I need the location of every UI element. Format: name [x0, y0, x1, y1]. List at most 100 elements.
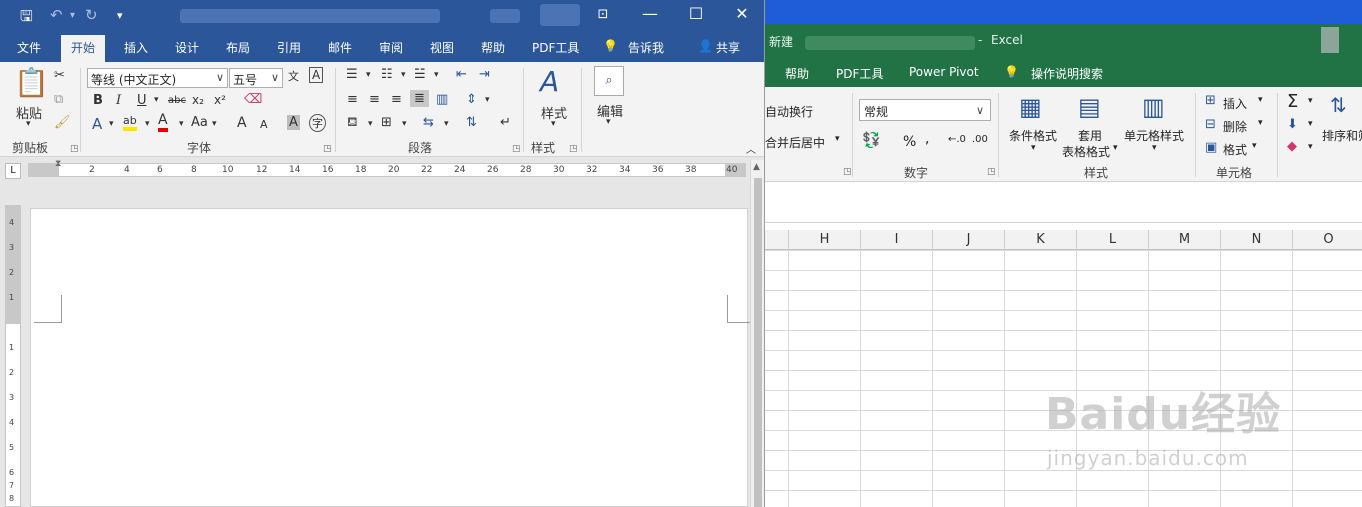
character-shading-button[interactable]: A — [287, 115, 300, 130]
chinese-layout-icon[interactable]: ⇆ — [423, 115, 434, 130]
dialog-launcher-icon[interactable]: ◳ — [843, 167, 852, 177]
numbering-icon[interactable]: ☷ — [381, 67, 393, 82]
scrollbar-thumb[interactable] — [754, 178, 762, 507]
column-header-h[interactable]: H — [788, 230, 860, 250]
chevron-down-icon[interactable]: ▾ — [835, 134, 840, 144]
clipboard-icon[interactable]: 📋 — [14, 66, 49, 99]
tab-layout[interactable]: 布局 — [226, 39, 250, 56]
dialog-launcher-icon[interactable]: ◳ — [512, 144, 521, 154]
undo-icon[interactable]: ↶ — [50, 6, 63, 24]
decrease-decimal-icon[interactable]: .00 — [972, 134, 988, 145]
chevron-down-icon[interactable]: ▾ — [179, 119, 184, 129]
column-header-l[interactable]: L — [1076, 230, 1148, 250]
tab-pdf-tools[interactable]: PDF工具 — [836, 65, 883, 82]
column-header-n[interactable]: N — [1220, 230, 1292, 250]
dialog-launcher-icon[interactable]: ◳ — [323, 144, 332, 154]
enclose-characters-button[interactable]: 字 — [309, 114, 326, 132]
chevron-down-icon[interactable]: ▾ — [1308, 119, 1313, 129]
insert-cells-icon[interactable]: ⊞ — [1205, 93, 1216, 108]
subscript-button[interactable]: x₂ — [192, 93, 204, 107]
multilevel-list-icon[interactable]: ☱ — [414, 67, 426, 82]
tell-me-search[interactable]: 告诉我 — [628, 39, 664, 56]
justify-icon[interactable]: ≣ — [410, 90, 429, 107]
chevron-down-icon[interactable]: ▾ — [212, 119, 217, 129]
tab-home[interactable]: 开始 — [61, 35, 106, 62]
tab-file[interactable]: 文件 — [17, 39, 41, 56]
tab-mailings[interactable]: 邮件 — [328, 39, 352, 56]
collapse-ribbon-icon[interactable]: ︿ — [746, 141, 756, 156]
chevron-down-icon[interactable]: ▾ — [145, 119, 150, 129]
column-header-k[interactable]: K — [1004, 230, 1076, 250]
comma-button[interactable]: , — [925, 131, 929, 147]
format-as-table-label-2[interactable]: 表格格式 — [1062, 143, 1110, 160]
shading-icon[interactable]: ⛾ — [347, 115, 358, 132]
sort-filter-button[interactable]: 排序和筛 — [1322, 127, 1362, 144]
sort-filter-icon[interactable]: ⇅ — [1330, 93, 1347, 117]
bullets-icon[interactable]: ☰ — [346, 67, 358, 82]
column-header-o[interactable]: O — [1292, 230, 1362, 250]
dialog-launcher-icon[interactable]: ◳ — [987, 167, 996, 177]
strikethrough-button[interactable]: abc — [168, 95, 186, 106]
copy-icon[interactable]: ⧉ — [54, 92, 63, 107]
show-marks-icon[interactable]: ↵ — [500, 115, 511, 130]
chevron-down-icon[interactable]: ▾ — [1152, 143, 1157, 153]
accounting-format-icon[interactable]: 💱 — [862, 131, 881, 149]
italic-button[interactable]: I — [116, 93, 121, 108]
change-case-button[interactable]: Aa — [191, 115, 208, 130]
align-left-icon[interactable]: ≡ — [347, 92, 358, 107]
chevron-down-icon[interactable]: ▾ — [109, 119, 114, 129]
column-header-j[interactable]: J — [932, 230, 1004, 250]
tab-review[interactable]: 审阅 — [379, 39, 403, 56]
insert-button[interactable]: 插入 — [1223, 95, 1247, 112]
chevron-down-icon[interactable]: ▾ — [606, 117, 611, 127]
tab-pdf-tools[interactable]: PDF工具 — [532, 39, 579, 56]
customize-toolbar-icon[interactable]: ▾ — [117, 9, 123, 22]
share-button[interactable]: 共享 — [716, 39, 740, 56]
chevron-down-icon[interactable]: ▾ — [368, 119, 373, 129]
borders-icon[interactable]: ⊞ — [381, 115, 392, 130]
distributed-icon[interactable]: ▥ — [436, 92, 448, 107]
tab-power-pivot[interactable]: Power Pivot — [909, 65, 979, 79]
vertical-scrollbar[interactable]: ▲ — [750, 160, 764, 507]
chevron-down-icon[interactable]: ▾ — [366, 70, 371, 80]
chevron-down-icon[interactable]: ▾ — [1031, 143, 1036, 153]
tell-me-search[interactable]: 操作说明搜索 — [1031, 65, 1103, 82]
delete-button[interactable]: 删除 — [1223, 118, 1247, 135]
clear-formatting-icon[interactable]: ⌫ — [244, 92, 262, 107]
ribbon-display-icon[interactable]: ⊡ — [588, 7, 618, 22]
avatar[interactable] — [1321, 27, 1339, 53]
redo-icon[interactable]: ↻ — [85, 6, 98, 24]
increase-decimal-icon[interactable]: ←.0 — [948, 134, 966, 145]
chevron-down-icon[interactable]: ▾ — [1252, 141, 1257, 151]
chevron-down-icon[interactable]: ▾ — [26, 119, 31, 129]
tab-references[interactable]: 引用 — [277, 39, 301, 56]
font-color-button[interactable]: A — [158, 113, 168, 132]
chevron-down-icon[interactable]: ▾ — [1258, 118, 1263, 128]
clear-icon[interactable]: ◆ — [1287, 139, 1297, 154]
close-icon[interactable]: ✕ — [727, 4, 757, 23]
tab-insert[interactable]: 插入 — [124, 39, 148, 56]
chevron-down-icon[interactable]: ▾ — [1113, 143, 1118, 153]
underline-button[interactable]: U — [137, 93, 147, 108]
format-cells-icon[interactable]: ▣ — [1205, 140, 1217, 155]
bold-button[interactable]: B — [93, 93, 103, 108]
align-right-icon[interactable]: ≡ — [391, 92, 402, 107]
tab-help[interactable]: 帮助 — [481, 39, 505, 56]
chevron-down-icon[interactable]: ▾ — [551, 119, 556, 129]
line-spacing-icon[interactable]: ⇕ — [466, 92, 477, 107]
highlight-color-button[interactable]: ab — [123, 114, 137, 131]
decrease-indent-icon[interactable]: ⇤ — [456, 67, 467, 82]
font-size-select[interactable]: 五号 ∨ — [229, 68, 283, 88]
shrink-font-button[interactable]: A — [260, 118, 268, 131]
styles-gallery-icon[interactable]: A — [540, 65, 559, 98]
chevron-down-icon[interactable]: ▾ — [401, 70, 406, 80]
indent-marker-icon[interactable]: ⧗ — [55, 159, 61, 169]
autosum-icon[interactable]: Σ — [1287, 91, 1298, 112]
chevron-down-icon[interactable]: ▾ — [154, 95, 159, 105]
search-icon[interactable]: ⌕ — [594, 66, 624, 96]
format-painter-icon[interactable]: 🖌 — [54, 115, 71, 130]
chevron-down-icon[interactable]: ▾ — [402, 119, 407, 129]
chevron-down-icon[interactable]: ▾ — [434, 70, 439, 80]
number-format-select[interactable]: 常规 ∨ — [859, 99, 991, 121]
align-center-icon[interactable]: ≡ — [369, 92, 380, 107]
